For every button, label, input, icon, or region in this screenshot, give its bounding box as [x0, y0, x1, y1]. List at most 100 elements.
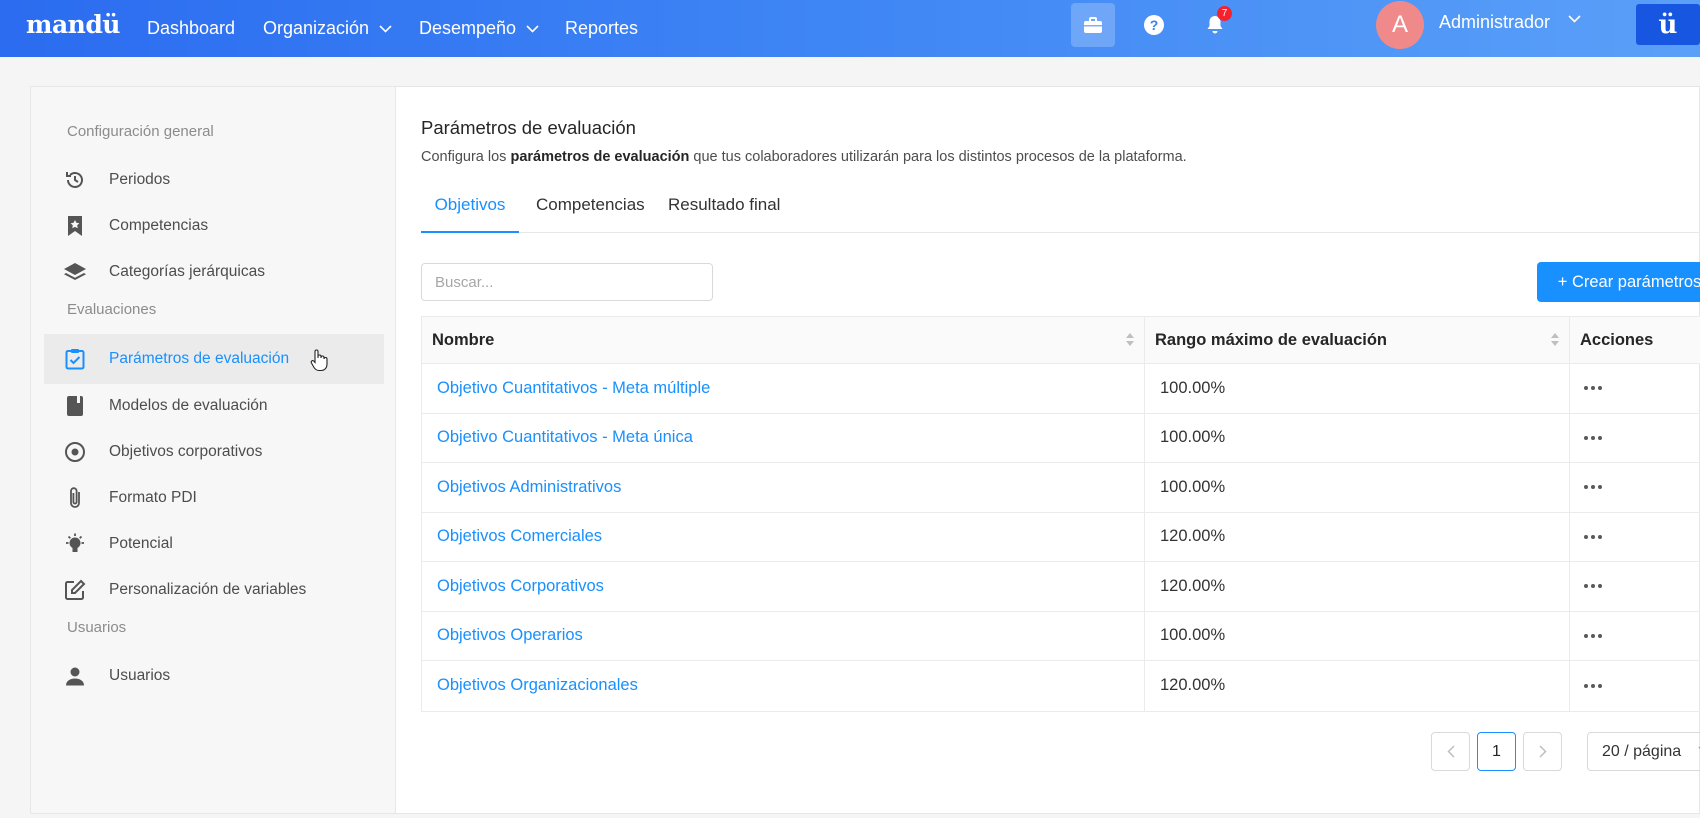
- tab-objetivos[interactable]: Objetivos: [421, 191, 519, 233]
- avatar[interactable]: A: [1376, 1, 1424, 49]
- more-actions-icon[interactable]: [1584, 584, 1602, 589]
- chevron-left-icon: [1446, 745, 1455, 758]
- nav-desempeno[interactable]: Desempeño: [419, 0, 539, 57]
- clipboard-check-icon: [63, 347, 87, 371]
- book-icon: [63, 394, 87, 418]
- nav-organizacion[interactable]: Organización: [263, 0, 392, 57]
- sidebar-item-categorias[interactable]: Categorías jerárquicas: [44, 247, 384, 297]
- sidebar: Configuración general Periodos Competenc…: [31, 87, 396, 813]
- chevron-down-icon: [379, 24, 392, 33]
- parameter-name-link[interactable]: Objetivos Operarios: [422, 611, 1145, 660]
- table-row: Objetivos Operarios 100.00%: [422, 611, 1700, 661]
- sidebar-section-title: Evaluaciones: [67, 301, 157, 318]
- bookmark-star-icon: [63, 214, 87, 238]
- page-size-select[interactable]: 20 / página: [1587, 732, 1700, 771]
- nav-reportes-label: Reportes: [565, 18, 639, 38]
- sidebar-item-label: Formato PDI: [109, 489, 197, 506]
- create-parameters-button[interactable]: + Crear parámetros: [1537, 262, 1700, 302]
- sidebar-section-title: Usuarios: [67, 619, 127, 636]
- sidebar-item-objetivos-corporativos[interactable]: Objetivos corporativos: [44, 427, 384, 477]
- sidebar-item-competencias[interactable]: Competencias: [44, 201, 384, 251]
- nav-desempeno-label: Desempeño: [419, 18, 517, 38]
- sidebar-item-formato-pdi[interactable]: Formato PDI: [44, 473, 384, 523]
- sidebar-section-title: Configuración general: [67, 123, 214, 140]
- parameter-name-link[interactable]: Objetivos Administrativos: [422, 463, 1145, 512]
- page-description: Configura los parámetros de evaluación q…: [421, 149, 1187, 165]
- more-actions-icon[interactable]: [1584, 683, 1602, 688]
- sort-icon[interactable]: [1551, 333, 1559, 346]
- chevron-down-icon[interactable]: [1568, 15, 1581, 23]
- chevron-down-icon: [526, 24, 539, 33]
- help-button[interactable]: ?: [1132, 3, 1176, 47]
- previous-page-button[interactable]: [1431, 732, 1470, 771]
- column-header-label: Nombre: [432, 331, 495, 349]
- table-header: Nombre Rango máximo de evaluación Accion…: [422, 317, 1700, 364]
- tab-competencias[interactable]: Competencias: [536, 191, 645, 233]
- sidebar-item-label: Modelos de evaluación: [109, 397, 268, 414]
- sort-icon[interactable]: [1126, 333, 1134, 346]
- sidebar-item-periodos[interactable]: Periodos: [44, 155, 384, 205]
- sidebar-item-label: Objetivos corporativos: [109, 443, 263, 460]
- paperclip-icon: [63, 486, 87, 510]
- notifications-button[interactable]: 7: [1193, 3, 1237, 47]
- sidebar-item-potencial[interactable]: Potencial: [44, 519, 384, 569]
- max-range-value: 100.00%: [1145, 463, 1570, 512]
- logo[interactable]: mandü: [26, 10, 120, 39]
- brand-app-button[interactable]: ü: [1636, 4, 1700, 45]
- more-actions-icon[interactable]: [1584, 485, 1602, 490]
- column-header-label: Acciones: [1580, 331, 1654, 349]
- table-row: Objetivos Administrativos 100.00%: [422, 463, 1700, 513]
- hand-cursor-icon: [310, 349, 328, 372]
- history-icon: [63, 168, 87, 192]
- table-row: Objetivo Cuantitativos - Meta única 100.…: [422, 413, 1700, 463]
- chevron-right-icon: [1538, 745, 1547, 758]
- more-actions-icon[interactable]: [1584, 435, 1602, 440]
- target-icon: [63, 440, 87, 464]
- description-text: que tus colaboradores utilizarán para lo…: [689, 149, 1187, 165]
- parameter-name-link[interactable]: Objetivo Cuantitativos - Meta múltiple: [422, 364, 1145, 413]
- nav-reportes[interactable]: Reportes: [565, 0, 638, 57]
- tab-resultado-final[interactable]: Resultado final: [668, 191, 780, 233]
- sidebar-item-label: Usuarios: [109, 667, 171, 684]
- sidebar-item-personalizacion[interactable]: Personalización de variables: [44, 565, 384, 615]
- briefcase-button[interactable]: [1071, 3, 1115, 47]
- column-header-rango[interactable]: Rango máximo de evaluación: [1145, 317, 1570, 364]
- tabs: Objetivos Competencias Resultado final: [421, 191, 1700, 233]
- column-header-acciones: Acciones: [1570, 317, 1700, 364]
- sidebar-item-label: Potencial: [109, 535, 173, 552]
- parameter-name-link[interactable]: Objetivos Organizacionales: [422, 661, 1145, 711]
- more-actions-icon[interactable]: [1584, 386, 1602, 391]
- more-actions-icon[interactable]: [1584, 633, 1602, 638]
- more-actions-icon[interactable]: [1584, 534, 1602, 539]
- user-icon: [63, 664, 87, 688]
- sidebar-item-parametros[interactable]: Parámetros de evaluación: [44, 334, 384, 384]
- table-row: Objetivos Organizacionales 120.00%: [422, 661, 1700, 711]
- nav-dashboard[interactable]: Dashboard: [147, 0, 235, 57]
- help-icon: ?: [1144, 15, 1164, 35]
- notification-badge: 7: [1217, 6, 1232, 21]
- table-row: Objetivos Corporativos 120.00%: [422, 562, 1700, 612]
- next-page-button[interactable]: [1523, 732, 1562, 771]
- sidebar-item-modelos[interactable]: Modelos de evaluación: [44, 381, 384, 431]
- page-size-value: 20 / página: [1602, 742, 1682, 760]
- user-name[interactable]: Administrador: [1439, 12, 1550, 33]
- description-emphasis: parámetros de evaluación: [510, 149, 690, 165]
- briefcase-icon: [1084, 17, 1102, 33]
- search-input[interactable]: [421, 263, 713, 301]
- nav-dashboard-label: Dashboard: [147, 18, 236, 38]
- nav-organizacion-label: Organización: [263, 18, 370, 38]
- lightbulb-icon: [63, 532, 87, 556]
- parameter-name-link[interactable]: Objetivo Cuantitativos - Meta única: [422, 413, 1145, 462]
- parameters-table: Nombre Rango máximo de evaluación Accion…: [421, 316, 1700, 712]
- main-card: Configuración general Periodos Competenc…: [30, 86, 1700, 814]
- layers-icon: [63, 260, 87, 284]
- column-header-label: Rango máximo de evaluación: [1155, 331, 1387, 349]
- sidebar-item-label: Parámetros de evaluación: [109, 350, 290, 367]
- parameter-name-link[interactable]: Objetivos Comerciales: [422, 512, 1145, 561]
- parameter-name-link[interactable]: Objetivos Corporativos: [422, 562, 1145, 611]
- sidebar-item-usuarios[interactable]: Usuarios: [44, 651, 384, 701]
- page-number-button[interactable]: 1: [1477, 732, 1516, 771]
- column-header-nombre[interactable]: Nombre: [422, 317, 1145, 364]
- edit-icon: [63, 578, 87, 602]
- sidebar-item-label: Periodos: [109, 171, 171, 188]
